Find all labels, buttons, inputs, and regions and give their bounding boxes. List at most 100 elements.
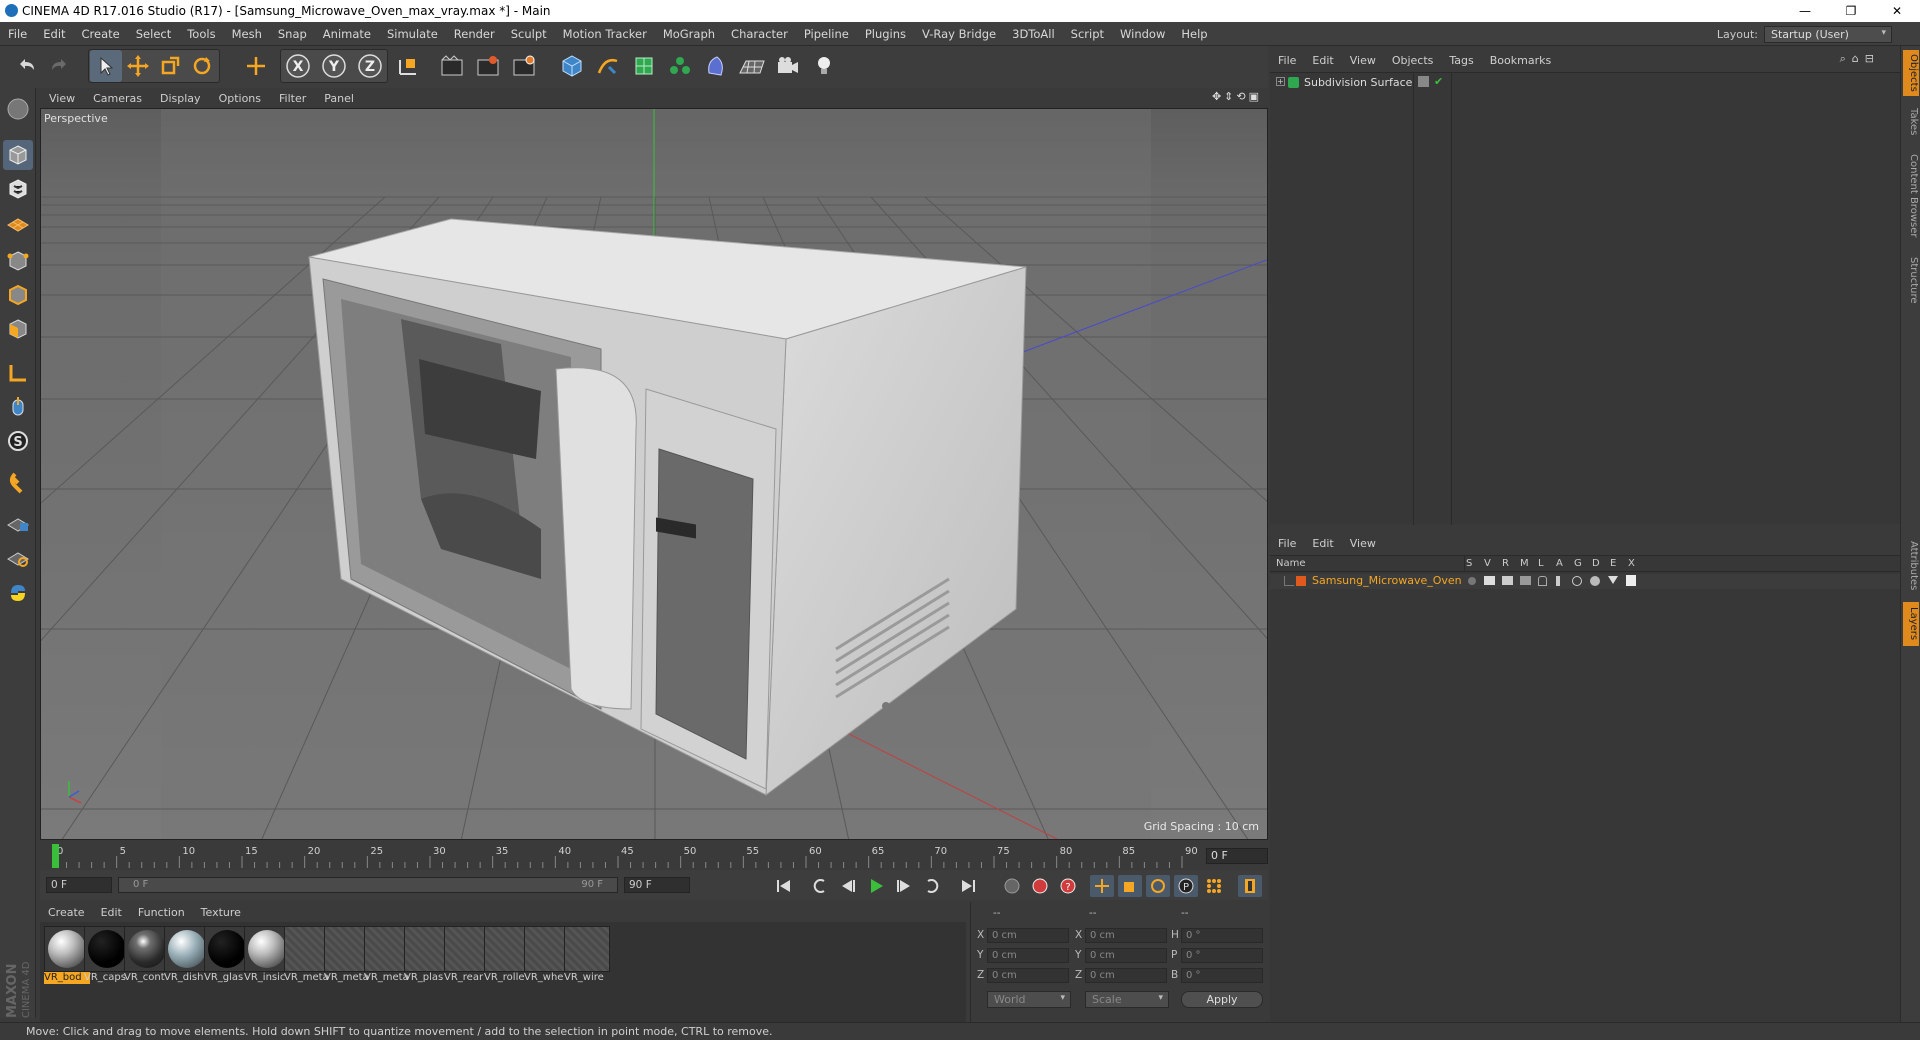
material-menu-edit[interactable]: Edit <box>93 906 130 919</box>
viewport-menu-display[interactable]: Display <box>151 92 210 105</box>
move-icon[interactable] <box>122 50 154 82</box>
restore-button[interactable]: ❐ <box>1828 0 1874 22</box>
grid-lock-icon[interactable] <box>3 508 33 538</box>
current-frame-field[interactable]: 0 F <box>1206 848 1268 864</box>
column-s[interactable]: S <box>1466 558 1472 569</box>
previous-frame-icon[interactable] <box>836 875 860 897</box>
pen-icon[interactable] <box>592 50 624 82</box>
layer-menu-file[interactable]: File <box>1270 537 1304 550</box>
rotation-p-field[interactable]: 0 ° <box>1181 948 1263 963</box>
menu-help[interactable]: Help <box>1173 27 1215 41</box>
magnet-icon[interactable] <box>3 468 33 498</box>
column-l[interactable]: L <box>1538 558 1544 569</box>
timeline-window-icon[interactable] <box>1238 875 1262 897</box>
workplane-icon[interactable] <box>3 208 33 238</box>
size-z-field[interactable]: 0 cm <box>1085 968 1167 983</box>
rotate-icon[interactable] <box>186 50 218 82</box>
material-menu-texture[interactable]: Texture <box>193 906 249 919</box>
expressions-icon[interactable] <box>1608 576 1618 584</box>
tab-structure[interactable]: Structure <box>1903 250 1919 310</box>
visible-render-icon[interactable] <box>1502 576 1513 585</box>
y-axis-icon[interactable]: Y <box>318 50 350 82</box>
python-icon[interactable] <box>3 578 33 608</box>
layer-name-label[interactable]: Samsung_Microwave_Oven <box>1312 574 1462 587</box>
viewport-navigation-icons[interactable]: ✥⇕⟲▣ <box>1212 90 1262 103</box>
object-menu-bookmarks[interactable]: Bookmarks <box>1482 54 1559 67</box>
subdivision-icon[interactable] <box>628 50 660 82</box>
visible-manager-icon[interactable] <box>1520 576 1531 585</box>
texture-mode-icon[interactable] <box>3 174 33 204</box>
x-axis-icon[interactable]: X <box>282 50 314 82</box>
menu-edit[interactable]: Edit <box>35 27 73 41</box>
minimize-button[interactable]: — <box>1782 0 1828 22</box>
xrefs-icon[interactable] <box>1626 575 1636 586</box>
lock-icon[interactable] <box>1538 576 1547 586</box>
menu-animate[interactable]: Animate <box>315 27 379 41</box>
axis-mode-icon[interactable] <box>3 358 33 388</box>
tab-takes[interactable]: Takes <box>1903 102 1919 142</box>
tab-objects[interactable]: Objects <box>1903 50 1919 96</box>
close-button[interactable]: ✕ <box>1874 0 1920 22</box>
next-key-icon[interactable] <box>920 875 944 897</box>
menu-file[interactable]: File <box>0 27 35 41</box>
layer-toggle-icon[interactable] <box>1418 76 1429 87</box>
rotation-b-field[interactable]: 0 ° <box>1181 968 1263 983</box>
menu-select[interactable]: Select <box>128 27 179 41</box>
model-mode-icon[interactable] <box>3 140 33 170</box>
material-menu-function[interactable]: Function <box>130 906 193 919</box>
menu-script[interactable]: Script <box>1063 27 1112 41</box>
go-to-start-icon[interactable] <box>772 875 796 897</box>
menu-sculpt[interactable]: Sculpt <box>503 27 555 41</box>
menu-simulate[interactable]: Simulate <box>379 27 446 41</box>
viewport-menu-cameras[interactable]: Cameras <box>84 92 151 105</box>
expand-toggle-icon[interactable]: + <box>1276 77 1285 86</box>
viewport-menu-filter[interactable]: Filter <box>270 92 315 105</box>
animation-icon[interactable] <box>1556 576 1560 586</box>
layer-menu-view[interactable]: View <box>1342 537 1384 550</box>
solo-toggle-icon[interactable] <box>1468 577 1476 585</box>
menu-create[interactable]: Create <box>74 27 128 41</box>
menu-window[interactable]: Window <box>1112 27 1173 41</box>
light-icon[interactable] <box>808 50 840 82</box>
layout-dropdown[interactable]: Startup (User) <box>1764 25 1892 43</box>
viewport-menu-view[interactable]: View <box>40 92 84 105</box>
record-active-icon[interactable] <box>1028 875 1052 897</box>
material-swatch[interactable]: VR_wire <box>564 926 610 986</box>
object-menu-file[interactable]: File <box>1270 54 1304 67</box>
edges-mode-icon[interactable] <box>3 280 33 310</box>
object-name-label[interactable]: Subdivision Surface <box>1304 76 1412 89</box>
go-to-end-icon[interactable] <box>956 875 980 897</box>
menu-motion-tracker[interactable]: Motion Tracker <box>555 27 655 41</box>
grid-rotate-icon[interactable] <box>3 542 33 572</box>
tab-content-browser[interactable]: Content Browser <box>1903 146 1919 246</box>
scale-icon[interactable] <box>154 50 186 82</box>
start-frame-field[interactable]: 0 F <box>46 877 112 893</box>
visible-editor-icon[interactable] <box>1484 576 1495 585</box>
column-r[interactable]: R <box>1502 558 1509 569</box>
autokey-icon[interactable]: ? <box>1056 875 1080 897</box>
position-y-field[interactable]: 0 cm <box>987 948 1069 963</box>
polygons-mode-icon[interactable] <box>3 314 33 344</box>
rotation-h-field[interactable]: 0 ° <box>1181 928 1263 943</box>
object-menu-tags[interactable]: Tags <box>1441 54 1481 67</box>
play-icon[interactable] <box>864 875 888 897</box>
object-menu-edit[interactable]: Edit <box>1304 54 1341 67</box>
tab-layers[interactable]: Layers <box>1903 602 1919 646</box>
cloner-icon[interactable] <box>664 50 696 82</box>
key-scale-icon[interactable] <box>1118 875 1142 897</box>
tab-attributes[interactable]: Attributes <box>1903 534 1919 598</box>
z-axis-icon[interactable]: Z <box>354 50 386 82</box>
menu-tools[interactable]: Tools <box>179 27 223 41</box>
key-position-icon[interactable] <box>1090 875 1114 897</box>
menu-3dtoall[interactable]: 3DToAll <box>1004 27 1063 41</box>
object-menu-view[interactable]: View <box>1342 54 1384 67</box>
menu-render[interactable]: Render <box>446 27 503 41</box>
motion-record-icon[interactable] <box>1000 875 1024 897</box>
column-e[interactable]: E <box>1610 558 1616 569</box>
timeline[interactable]: 0 5 10 15 20 25 30 35 40 45 50 55 60 65 70 75 80 85 90 0 F <box>40 842 1268 870</box>
key-parameter-icon[interactable]: P <box>1174 875 1198 897</box>
playhead[interactable] <box>52 844 59 868</box>
menu-mesh[interactable]: Mesh <box>224 27 270 41</box>
select-arrow-icon[interactable] <box>90 50 122 82</box>
timeline-ruler[interactable]: 0 5 10 15 20 25 30 35 40 45 50 55 60 65 70 75 80 85 90 <box>50 842 1198 870</box>
